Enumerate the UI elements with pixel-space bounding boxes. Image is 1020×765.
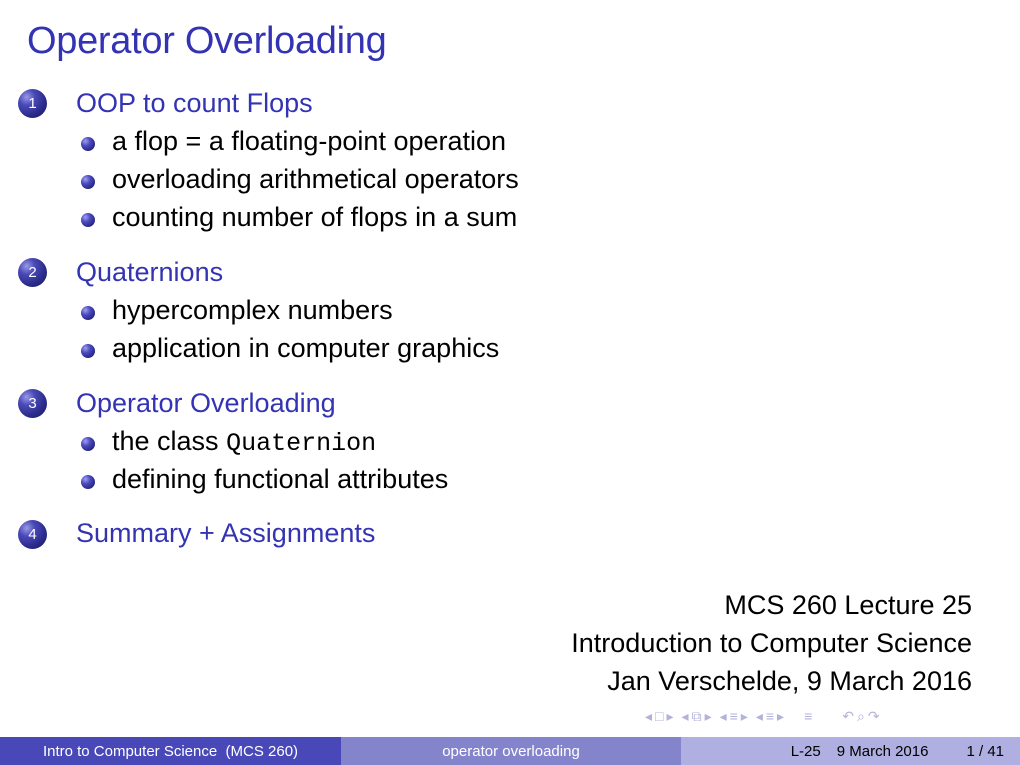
author-date: Jan Verschelde, 9 March 2016 [607, 666, 972, 696]
section-number-badge: 2 [18, 258, 47, 287]
bullet-icon [81, 213, 95, 227]
next-subsection-icon[interactable]: ▸ [705, 708, 712, 725]
back-icon[interactable]: ↶ [842, 708, 854, 725]
subsection-text: the class [112, 426, 227, 456]
subsection-icon[interactable]: ⧉ [692, 708, 702, 725]
prev-document-icon[interactable]: ◂ [756, 708, 763, 725]
next-section-icon[interactable]: ▸ [741, 708, 748, 725]
prev-section-icon[interactable]: ◂ [720, 708, 727, 725]
prev-subsection-icon[interactable]: ◂ [682, 708, 689, 725]
footer-meta: L-25 9 March 2016 1 / 41 [681, 737, 1020, 765]
lecture-info: MCS 260 Lecture 25 Introduction to Compu… [571, 586, 972, 700]
bullet-icon [81, 175, 95, 189]
prev-frame-icon[interactable]: ◂ [645, 708, 652, 725]
forward-icon[interactable]: ↷ [868, 708, 880, 725]
section-number-badge: 4 [18, 520, 47, 549]
subsection-text: overloading arithmetical operators [112, 164, 519, 194]
section-title[interactable]: Quaternions [76, 257, 223, 288]
beamer-navigation: ◂ □ ▸ ◂ ⧉ ▸ ◂ ≡ ▸ ◂ ≡ ▸ ≡ ↶ ⌕ ↷ [645, 708, 883, 728]
frame-icon[interactable]: □ [655, 708, 663, 724]
search-icon[interactable]: ⌕ [857, 708, 865, 725]
footer-page-number: 1 / 41 [966, 742, 1004, 760]
bullet-icon [81, 475, 95, 489]
next-frame-icon[interactable]: ▸ [667, 708, 674, 725]
section-title[interactable]: Summary + Assignments [76, 518, 375, 549]
course-name: Introduction to Computer Science [571, 628, 972, 658]
next-document-icon[interactable]: ▸ [777, 708, 784, 725]
subsection-text: defining functional attributes [112, 464, 449, 494]
bullet-icon [81, 137, 95, 151]
section-title[interactable]: Operator Overloading [76, 388, 336, 419]
bullet-icon [81, 437, 95, 451]
subsection-text: application in computer graphics [112, 333, 500, 363]
bullet-icon [81, 306, 95, 320]
document-icon[interactable]: ≡ [766, 708, 774, 724]
subsection-text: a flop = a floating-point operation [112, 126, 507, 156]
footer-course-text: Intro to Computer Science (MCS 260) [42, 742, 299, 760]
subsection-text: hypercomplex numbers [112, 295, 393, 325]
lecture-number: MCS 260 Lecture 25 [724, 590, 972, 620]
class-name-code: Quaternion [226, 429, 377, 458]
section-number-badge: 1 [18, 89, 47, 118]
section-number-badge: 3 [18, 389, 47, 418]
section-title[interactable]: OOP to count Flops [76, 88, 313, 119]
footer-bar: Intro to Computer Science (MCS 260) oper… [0, 737, 1020, 765]
footer-date: 9 March 2016 [836, 742, 929, 760]
subsection-text: counting number of flops in a sum [112, 202, 518, 232]
footer-topic: operator overloading [341, 737, 681, 765]
appendix-icon[interactable]: ≡ [804, 708, 812, 724]
section-icon[interactable]: ≡ [730, 708, 738, 724]
slide-title: Operator Overloading [27, 20, 387, 62]
footer-topic-text: operator overloading [442, 742, 580, 760]
footer-lecture: L-25 [790, 742, 821, 760]
footer-course: Intro to Computer Science (MCS 260) [0, 737, 341, 765]
bullet-icon [81, 344, 95, 358]
